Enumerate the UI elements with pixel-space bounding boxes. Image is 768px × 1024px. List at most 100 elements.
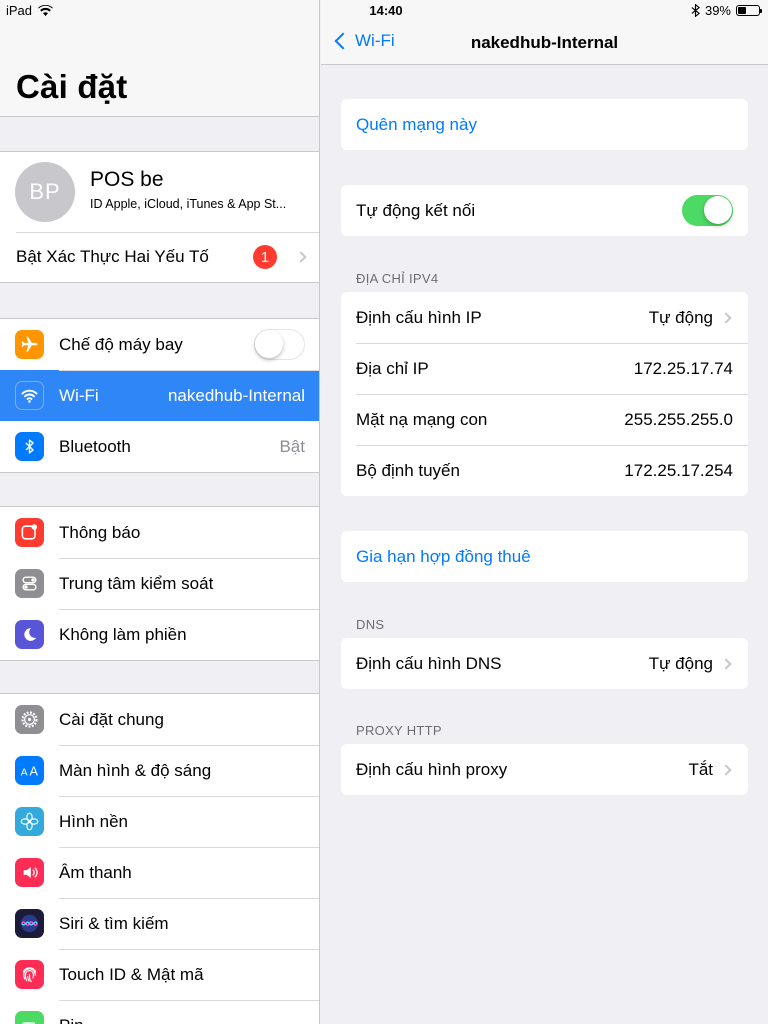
sidebar-item-bluetooth[interactable]: Bluetooth Bật — [0, 421, 319, 472]
sidebar-item-label: Bluetooth — [59, 436, 131, 456]
auto-join-label: Tự động kết nối — [356, 200, 476, 220]
battery-status-icon — [736, 5, 762, 16]
proxy-section-header: PROXY HTTP — [356, 723, 442, 738]
sidebar-item-label: Thông báo — [59, 522, 141, 542]
speaker-icon — [15, 858, 44, 887]
proxy-card: Định cấu hình proxy Tắt — [341, 744, 748, 795]
ip-address-label: Địa chỉ IP — [356, 358, 429, 378]
airplane-icon — [15, 330, 44, 359]
configure-dns-label: Định cấu hình DNS — [356, 653, 502, 673]
configure-proxy-row[interactable]: Định cấu hình proxy Tắt — [341, 744, 748, 795]
ip-address-row: Địa chỉ IP 172.25.17.74 — [341, 343, 748, 394]
sidebar-item-control-center[interactable]: Trung tâm kiểm soát — [0, 558, 319, 609]
chevron-right-icon — [720, 763, 732, 776]
fingerprint-icon — [15, 960, 44, 989]
forget-network-label: Quên mạng này — [356, 114, 477, 134]
configure-proxy-label: Định cấu hình proxy — [356, 759, 508, 779]
sidebar-item-label: Wi-Fi — [59, 385, 99, 405]
bluetooth-icon — [15, 432, 44, 461]
renew-lease-button[interactable]: Gia hạn hợp đồng thuê — [341, 531, 748, 582]
sidebar-item-label: Pin — [59, 1016, 84, 1024]
configure-ip-value: Tự động — [648, 307, 713, 327]
battery-percent: 39% — [704, 3, 731, 18]
avatar: BP — [15, 162, 75, 222]
dns-card: Định cấu hình DNS Tự động — [341, 638, 748, 689]
auto-join-row: Tự động kết nối — [341, 185, 748, 236]
notifications-group: Thông báo Trung tâm kiểm soát Không làm … — [0, 506, 319, 661]
sidebar-item-siri-search[interactable]: Siri & tìm kiếm — [0, 898, 319, 949]
ip-address-value: 172.25.17.74 — [633, 358, 733, 378]
chevron-right-icon — [720, 311, 732, 324]
bluetooth-status-value: Bật — [279, 436, 305, 456]
status-right: 39% — [691, 3, 762, 18]
sidebar-item-label: Âm thanh — [59, 862, 132, 882]
two-factor-row[interactable]: Bật Xác Thực Hai Yếu Tố 1 — [0, 232, 319, 282]
gear-icon — [15, 705, 44, 734]
chevron-right-icon — [720, 657, 732, 670]
sidebar-item-general[interactable]: Cài đặt chung — [0, 694, 319, 745]
profile-name: POS be — [90, 168, 164, 191]
sidebar-item-battery[interactable]: Pin — [0, 1000, 319, 1024]
sidebar-item-label: Trung tâm kiểm soát — [59, 573, 214, 593]
sidebar-item-label: Touch ID & Mật mã — [59, 964, 204, 984]
sidebar-item-display-brightness[interactable]: AA Màn hình & độ sáng — [0, 745, 319, 796]
sidebar-item-airplane-mode[interactable]: Chế độ máy bay — [0, 319, 319, 370]
subnet-mask-row: Mặt nạ mạng con 255.255.255.0 — [341, 394, 748, 445]
sidebar-item-notifications[interactable]: Thông báo — [0, 507, 319, 558]
profile-subtitle: ID Apple, iCloud, iTunes & App St... — [90, 197, 287, 211]
notification-badge: 1 — [253, 245, 277, 269]
configure-ip-label: Định cấu hình IP — [356, 307, 482, 327]
status-time: 14:40 — [369, 3, 403, 18]
control-center-icon — [15, 569, 44, 598]
svg-text:A: A — [21, 767, 28, 778]
svg-text:A: A — [30, 764, 39, 778]
sidebar-item-wifi[interactable]: Wi-Fi nakedhub-Internal — [0, 370, 319, 421]
battery-icon — [15, 1011, 44, 1024]
sidebar-item-sounds[interactable]: Âm thanh — [0, 847, 319, 898]
sidebar-item-label: Chế độ máy bay — [59, 334, 183, 354]
sidebar-item-label: Cài đặt chung — [59, 709, 164, 729]
airplane-mode-toggle[interactable] — [254, 329, 305, 360]
moon-icon — [15, 620, 44, 649]
sidebar-item-label: Màn hình & độ sáng — [59, 760, 212, 780]
sidebar-item-do-not-disturb[interactable]: Không làm phiền — [0, 609, 319, 660]
status-bar: iPad 14:40 39% — [0, 0, 768, 22]
wifi-network-value: nakedhub-Internal — [167, 385, 305, 405]
renew-lease-card: Gia hạn hợp đồng thuê — [341, 531, 748, 582]
renew-lease-label: Gia hạn hợp đồng thuê — [356, 546, 531, 566]
general-group: Cài đặt chung AA Màn hình & độ sáng Hình… — [0, 693, 319, 1024]
forget-network-card: Quên mạng này — [341, 99, 748, 150]
bluetooth-status-icon — [691, 4, 700, 17]
router-row: Bộ định tuyến 172.25.17.254 — [341, 445, 748, 496]
sidebar-item-wallpaper[interactable]: Hình nền — [0, 796, 319, 847]
wallpaper-icon — [15, 807, 44, 836]
account-group: BP POS be ID Apple, iCloud, iTunes & App… — [0, 151, 319, 283]
wifi-icon — [15, 381, 44, 410]
forget-network-button[interactable]: Quên mạng này — [341, 99, 748, 150]
configure-dns-value: Tự động — [648, 653, 713, 673]
subnet-mask-value: 255.255.255.0 — [624, 409, 733, 429]
configure-ip-row[interactable]: Định cấu hình IP Tự động — [341, 292, 748, 343]
ipv4-section-header: ĐỊA CHỈ IPV4 — [356, 271, 439, 286]
ipv4-card: Định cấu hình IP Tự động Địa chỉ IP 172.… — [341, 292, 748, 496]
configure-dns-row[interactable]: Định cấu hình DNS Tự động — [341, 638, 748, 689]
apple-id-profile-row[interactable]: BP POS be ID Apple, iCloud, iTunes & App… — [0, 152, 319, 232]
auto-join-toggle[interactable] — [682, 195, 733, 226]
display-icon: AA — [15, 756, 44, 785]
page-title: Cài đặt — [16, 68, 128, 105]
wifi-detail-pane: Wi-Fi nakedhub-Internal Quên mạng này Tự… — [321, 0, 768, 1024]
subnet-mask-label: Mặt nạ mạng con — [356, 409, 488, 429]
router-label: Bộ định tuyến — [356, 460, 460, 480]
nav-title: nakedhub-Internal — [470, 33, 619, 52]
configure-proxy-value: Tắt — [688, 759, 713, 779]
settings-master-pane: Cài đặt BP POS be ID Apple, iCloud, iTun… — [0, 0, 320, 1024]
router-value: 172.25.17.254 — [624, 460, 733, 480]
sidebar-item-label: Không làm phiền — [59, 624, 187, 644]
sidebar-item-label: Hình nền — [59, 811, 128, 831]
dns-section-header: DNS — [356, 617, 385, 632]
sidebar-item-label: Siri & tìm kiếm — [59, 913, 169, 933]
chevron-right-icon — [295, 251, 307, 263]
sidebar-item-touch-id-passcode[interactable]: Touch ID & Mật mã — [0, 949, 319, 1000]
two-factor-label: Bật Xác Thực Hai Yếu Tố — [16, 247, 209, 266]
auto-join-card: Tự động kết nối — [341, 185, 748, 236]
